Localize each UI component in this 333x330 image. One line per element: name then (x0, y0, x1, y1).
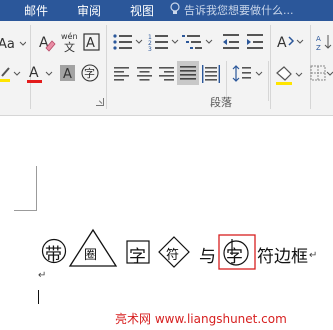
doc-char-6: 字 (226, 247, 243, 267)
paragraph-mark: ↵ (309, 250, 318, 261)
svg-text:Aa: Aa (0, 37, 15, 51)
align-left-icon[interactable] (113, 66, 131, 82)
paragraph-group-label: 段落 (210, 96, 232, 109)
text-highlight-color-icon[interactable] (0, 64, 24, 84)
doc-char-3: 字 (129, 247, 146, 267)
font-color-icon[interactable]: A (26, 63, 56, 85)
enclose-characters-icon[interactable]: 字 (81, 63, 101, 83)
clear-formatting-icon[interactable]: A (38, 32, 56, 52)
tell-me-box[interactable]: 告诉我您想要做什么... (170, 2, 294, 18)
ribbon-home: Aa A wén 文 A A A 字 1 2 3 A A Z 段落 (0, 21, 333, 116)
lightbulb-icon (170, 2, 180, 14)
svg-text:A: A (63, 67, 72, 82)
align-center-icon[interactable] (136, 66, 154, 82)
svg-text:文: 文 (64, 40, 75, 54)
character-shading-icon[interactable]: A (60, 64, 76, 82)
font-dialog-launcher[interactable] (96, 98, 104, 106)
svg-text:A: A (277, 35, 287, 51)
tab-view[interactable]: 视图 (130, 2, 154, 19)
justify-icon (180, 66, 196, 80)
distributed-icon[interactable] (202, 65, 220, 83)
align-right-icon[interactable] (158, 66, 176, 82)
document-canvas[interactable] (0, 116, 333, 330)
increase-indent-icon[interactable] (245, 33, 265, 51)
line-spacing-icon[interactable] (232, 64, 264, 84)
decrease-indent-icon[interactable] (221, 33, 241, 51)
separator (106, 25, 107, 109)
numbering-icon[interactable]: 1 2 3 (148, 33, 180, 51)
svg-text:Z: Z (316, 44, 321, 51)
empty-paragraph-mark: ↵ (38, 270, 47, 281)
svg-text:A: A (86, 36, 95, 51)
phonetic-guide-icon[interactable]: wén 文 (60, 30, 80, 54)
text-cursor (38, 290, 39, 304)
doc-char-4: 符 (166, 248, 180, 263)
multilevel-list-icon[interactable] (182, 33, 214, 51)
borders-icon[interactable] (310, 65, 333, 83)
separator (268, 61, 269, 101)
character-border-icon[interactable]: A (83, 33, 100, 51)
shading-icon[interactable] (274, 64, 306, 86)
justify-button-active[interactable] (177, 61, 199, 85)
doc-char-2: 圈 (84, 248, 98, 263)
tab-mailings[interactable]: 邮件 (24, 2, 48, 19)
doc-char-5: 与 (199, 247, 216, 267)
bullets-icon[interactable] (112, 33, 144, 51)
chinese-layout-icon[interactable]: A (276, 32, 306, 52)
doc-char-rest: 符边框 (257, 247, 308, 267)
watermark-text: 亮术网 www.liangshunet.com (115, 312, 287, 326)
svg-text:3: 3 (148, 46, 152, 51)
svg-text:字: 字 (84, 66, 95, 80)
svg-text:wén: wén (61, 31, 78, 41)
doc-char-1: 带 (45, 245, 62, 265)
svg-text:A: A (29, 65, 39, 81)
page-margin-marker (14, 166, 37, 211)
svg-text:A: A (316, 35, 321, 43)
ribbon-tab-bar: 邮件 审阅 视图 告诉我您想要做什么... (0, 0, 333, 21)
change-case-icon[interactable]: Aa (0, 35, 26, 51)
tell-me-text: 告诉我您想要做什么... (184, 4, 294, 17)
tab-review[interactable]: 审阅 (77, 2, 101, 19)
sort-icon[interactable]: A Z (316, 33, 333, 51)
separator (270, 25, 271, 109)
